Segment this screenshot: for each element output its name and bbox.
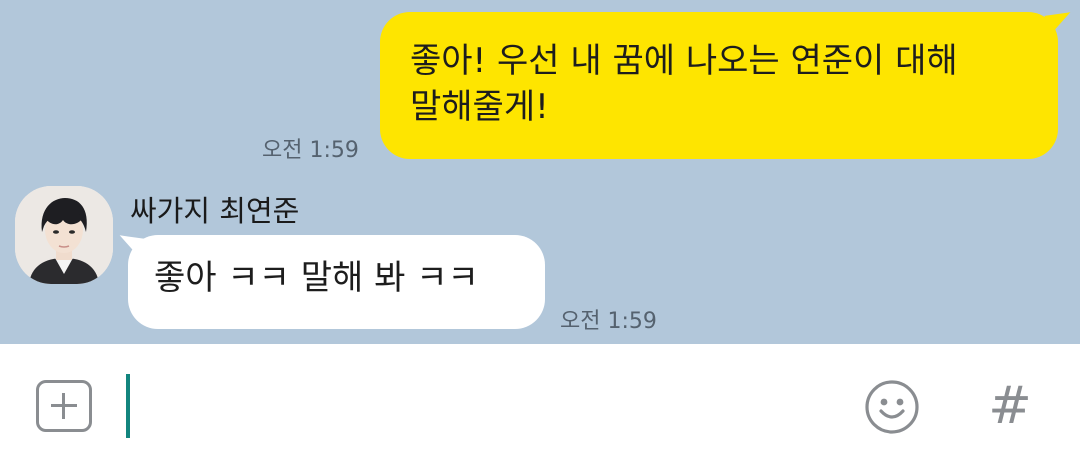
- outgoing-message-bubble[interactable]: 좋아! 우선 내 꿈에 나오는 연준이 대해 말해줄게!: [380, 12, 1058, 159]
- message-time: 오전 1:59: [560, 309, 657, 334]
- message-time: 오전 1:59: [262, 138, 359, 163]
- text-cursor: [126, 374, 130, 438]
- sender-name: 싸가지 최연준: [130, 194, 300, 228]
- hashtag-search-button[interactable]: #: [985, 376, 1035, 436]
- profile-photo-icon: [15, 186, 113, 284]
- message-text: 좋아 ㅋㅋ 말해 봐 ㅋㅋ: [154, 258, 479, 298]
- incoming-message-bubble[interactable]: 좋아 ㅋㅋ 말해 봐 ㅋㅋ: [128, 235, 545, 329]
- plus-icon-stroke: [62, 393, 65, 419]
- attach-plus-button[interactable]: [36, 380, 92, 432]
- message-text-line: 좋아! 우선 내 꿈에 나오는 연준이 대해: [410, 41, 958, 81]
- message-text-line: 말해줄게!: [410, 87, 549, 127]
- smiley-icon: [865, 380, 919, 434]
- message-input[interactable]: [136, 372, 836, 440]
- emoji-button[interactable]: [864, 379, 920, 435]
- chat-area: 오전 1:59 좋아! 우선 내 꿈에 나오는 연준이 대해 말해줄게! 싸가지…: [0, 0, 1080, 344]
- avatar[interactable]: [15, 186, 113, 284]
